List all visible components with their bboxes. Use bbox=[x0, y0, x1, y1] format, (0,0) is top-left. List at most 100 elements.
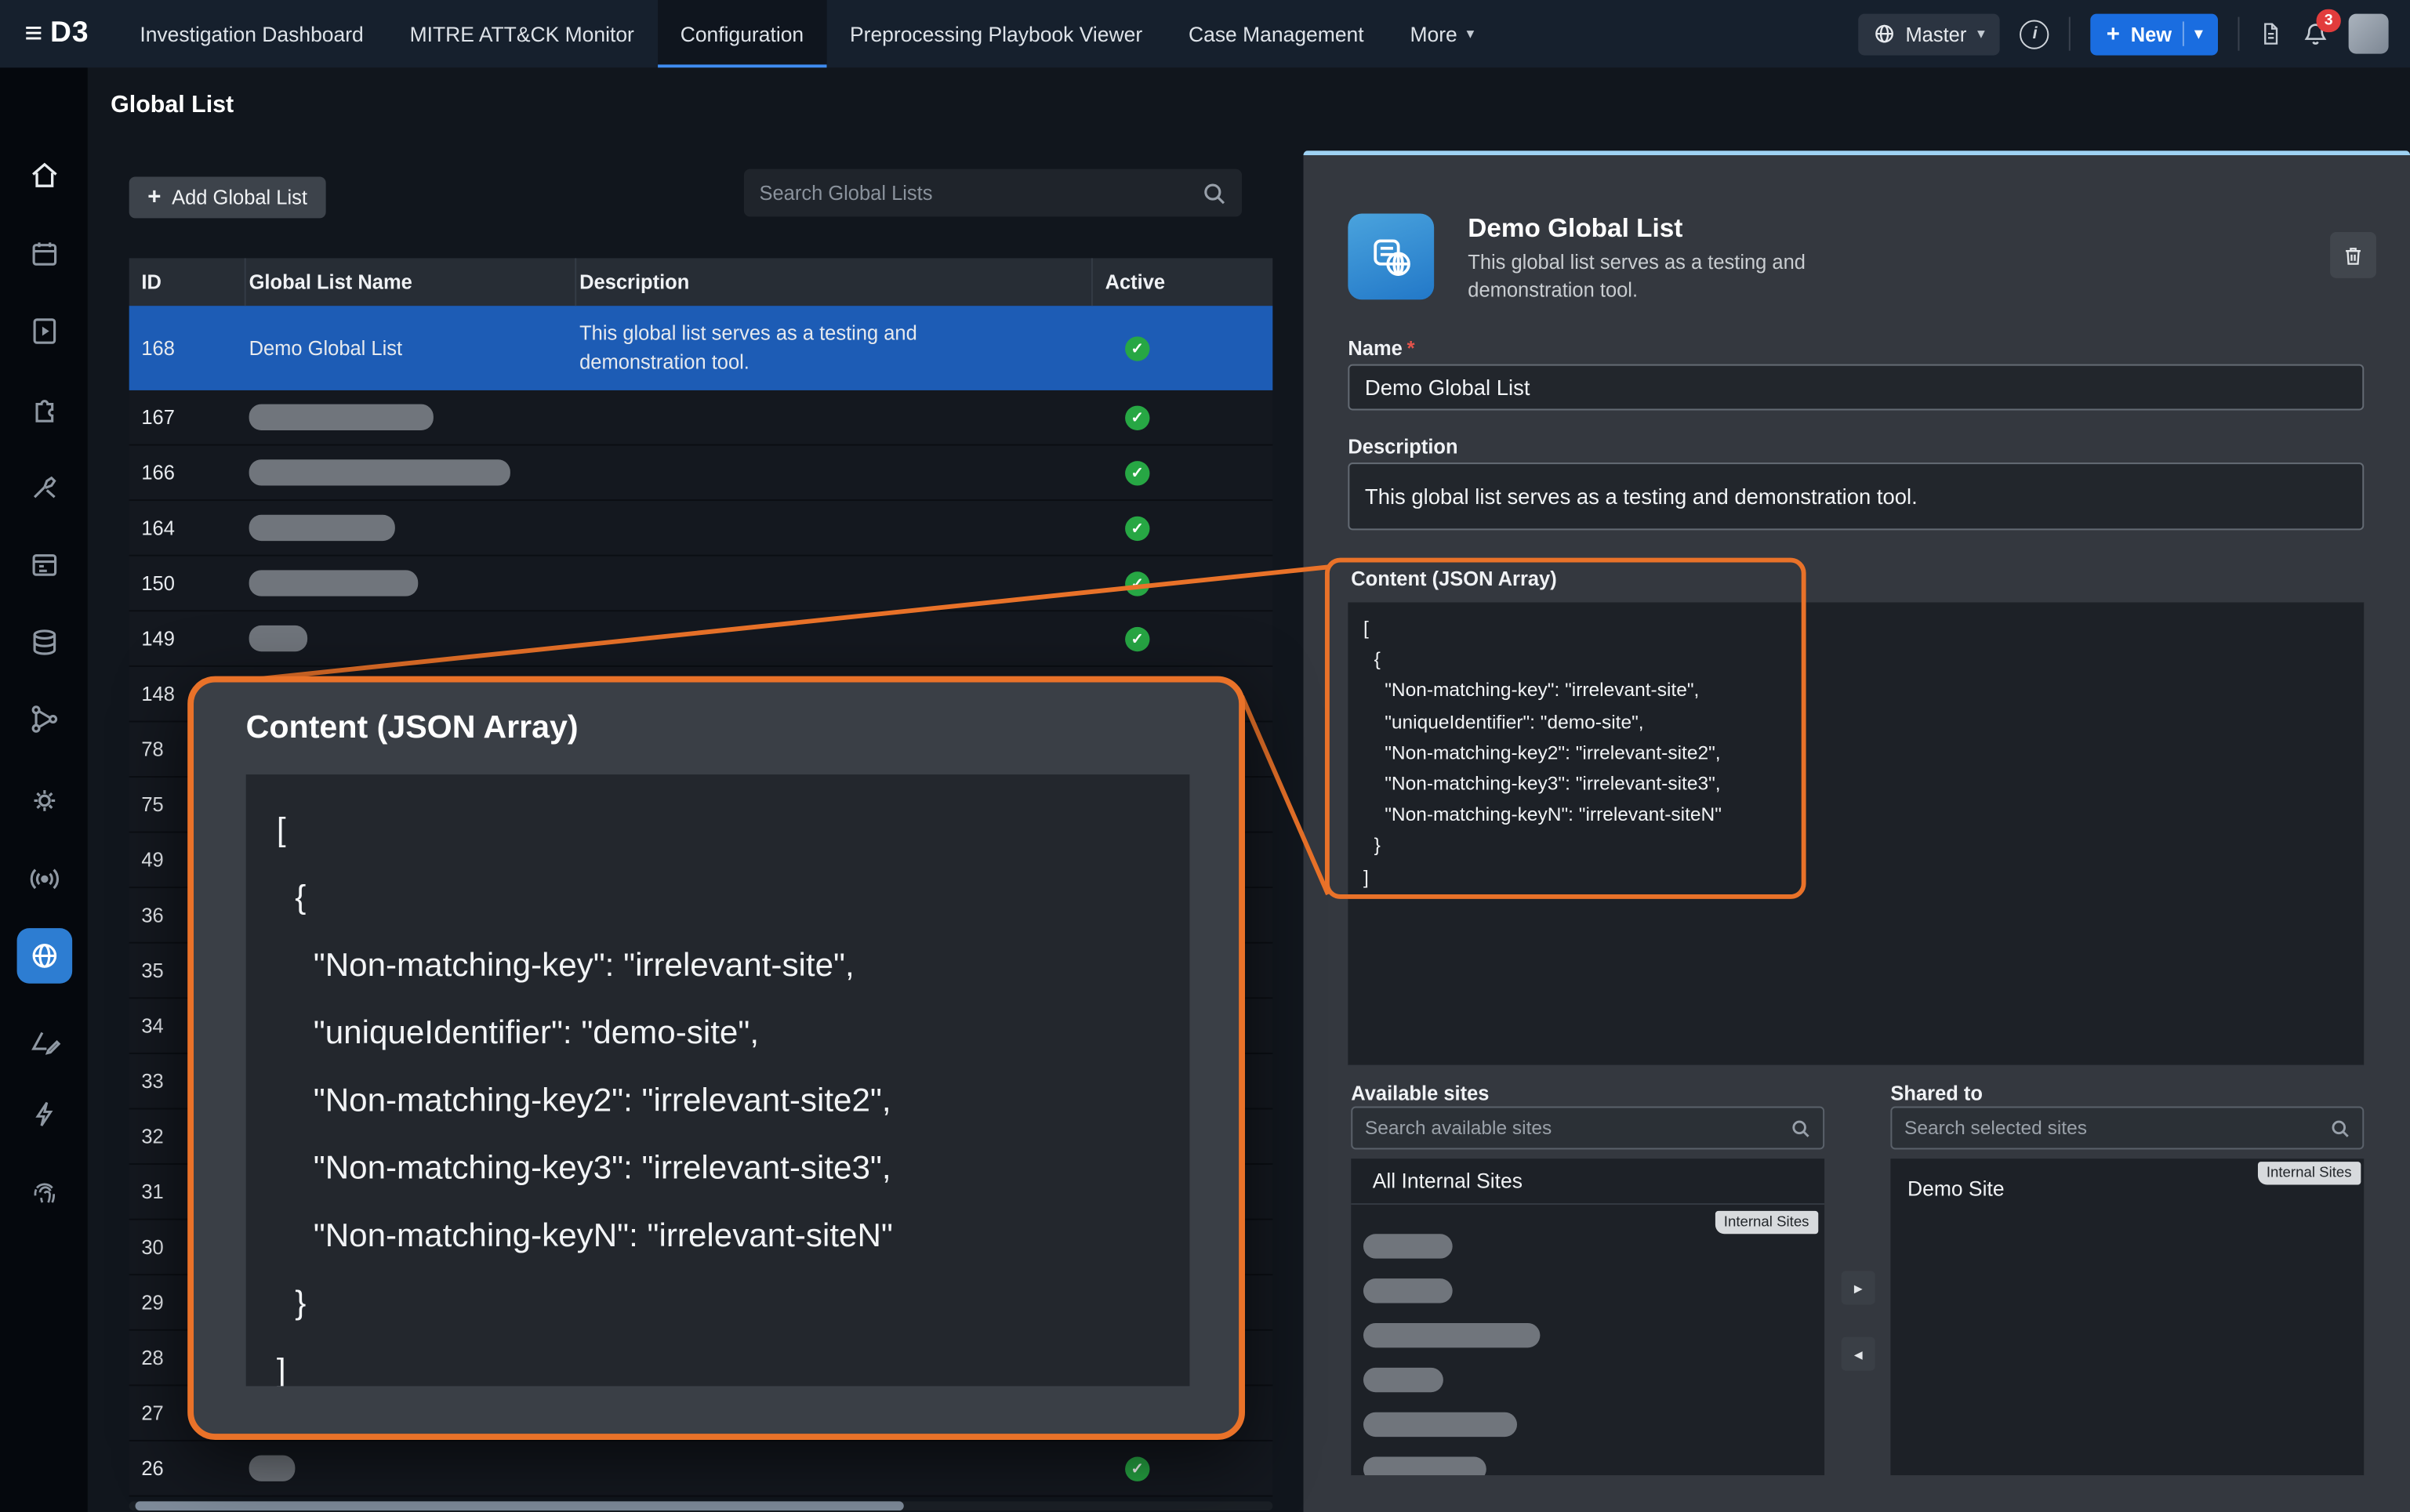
description-field[interactable] bbox=[1348, 462, 2364, 530]
horizontal-scrollbar-thumb[interactable] bbox=[136, 1501, 904, 1510]
row-id: 164 bbox=[129, 517, 246, 539]
all-internal-sites-group[interactable]: All Internal Sites bbox=[1351, 1158, 1824, 1205]
global-list-row[interactable]: 167✓ bbox=[129, 390, 1273, 446]
row-id: 149 bbox=[129, 627, 246, 650]
row-description-text: This global list serves as a testing and… bbox=[579, 310, 982, 386]
move-left-button[interactable]: ◂ bbox=[1842, 1337, 1875, 1371]
global-list-row[interactable]: 150✓ bbox=[129, 557, 1273, 612]
redacted-name bbox=[249, 625, 307, 651]
shared-to-label: Shared to bbox=[1890, 1082, 1983, 1104]
search-icon[interactable] bbox=[1791, 1118, 1810, 1137]
nav-item-investigation-dashboard[interactable]: Investigation Dashboard bbox=[117, 0, 387, 67]
search-icon[interactable] bbox=[1202, 180, 1226, 205]
global-list-row[interactable]: 26 ✓ bbox=[129, 1441, 1273, 1497]
tenant-label: Master bbox=[1905, 22, 1966, 45]
global-list-row[interactable]: 164✓ bbox=[129, 501, 1273, 557]
schedule-icon[interactable] bbox=[16, 536, 72, 592]
name-label: Name* bbox=[1348, 336, 1414, 359]
move-right-button[interactable]: ▸ bbox=[1842, 1271, 1875, 1304]
column-header-description: Description bbox=[576, 258, 1093, 306]
redacted-site-name[interactable] bbox=[1363, 1412, 1517, 1437]
global-list-search-input[interactable] bbox=[759, 181, 1202, 204]
broadcast-icon[interactable] bbox=[16, 851, 72, 907]
global-list-row[interactable]: 166✓ bbox=[129, 446, 1273, 502]
document-icon[interactable] bbox=[2259, 20, 2282, 47]
active-check-icon: ✓ bbox=[1125, 1457, 1149, 1481]
redacted-site-name[interactable] bbox=[1363, 1234, 1453, 1258]
tenant-selector[interactable]: Master ▾ bbox=[1858, 13, 2001, 55]
divider bbox=[2238, 17, 2239, 51]
delete-button[interactable] bbox=[2330, 232, 2376, 278]
plus-icon: + bbox=[147, 184, 161, 210]
home-icon[interactable] bbox=[16, 147, 72, 203]
nav-item-case-management[interactable]: Case Management bbox=[1166, 0, 1387, 67]
name-field[interactable] bbox=[1348, 364, 2364, 411]
info-glyph: i bbox=[2033, 24, 2038, 43]
divider bbox=[2070, 17, 2071, 51]
required-asterisk: * bbox=[1407, 336, 1415, 359]
active-check-icon: ✓ bbox=[1125, 337, 1149, 361]
notifications-button[interactable]: 3 bbox=[2303, 20, 2328, 47]
row-name bbox=[246, 1456, 577, 1481]
alert-edit-icon[interactable] bbox=[16, 1014, 72, 1070]
nav-item-configuration[interactable]: Configuration bbox=[657, 0, 826, 67]
row-id: 26 bbox=[129, 1457, 246, 1480]
add-global-list-label: Add Global List bbox=[172, 186, 307, 208]
arrow-left-icon: ◂ bbox=[1854, 1343, 1863, 1363]
shared-sites-list: Internal Sites Demo Site bbox=[1890, 1158, 2364, 1475]
plus-icon: + bbox=[2107, 20, 2120, 46]
nav-item-label: More bbox=[1410, 22, 1457, 45]
row-name bbox=[246, 404, 577, 430]
horizontal-scrollbar-track bbox=[129, 1501, 1273, 1510]
redacted-name bbox=[249, 404, 434, 430]
column-header-id: ID bbox=[129, 258, 246, 306]
add-global-list-button[interactable]: + Add Global List bbox=[129, 176, 326, 218]
nav-item-more[interactable]: More▾ bbox=[1387, 0, 1497, 67]
new-button[interactable]: + New ▾ bbox=[2091, 13, 2218, 55]
global-list-detail-panel: Demo Global List This global list serves… bbox=[1304, 150, 2410, 1512]
icon-sidebar bbox=[0, 67, 88, 1512]
settings-gear-icon[interactable] bbox=[16, 773, 72, 829]
row-name bbox=[246, 515, 577, 541]
content-json-editor[interactable]: [ { "Non-matching-key": "irrelevant-site… bbox=[1348, 603, 2364, 1065]
nav-item-label: Investigation Dashboard bbox=[140, 22, 363, 45]
global-list-row[interactable]: 168Demo Global ListThis global list serv… bbox=[129, 306, 1273, 390]
connections-icon[interactable] bbox=[16, 691, 72, 747]
database-icon[interactable] bbox=[16, 615, 72, 670]
search-icon[interactable] bbox=[2330, 1118, 2350, 1137]
calendar-icon[interactable] bbox=[16, 226, 72, 281]
global-lists-globe-icon[interactable] bbox=[16, 928, 72, 984]
row-active: ✓ bbox=[1093, 570, 1272, 596]
detail-subtitle: This global list serves as a testing and… bbox=[1468, 249, 1898, 305]
nav-item-label: MITRE ATT&CK Monitor bbox=[410, 22, 634, 45]
integrations-puzzle-icon[interactable] bbox=[16, 381, 72, 437]
app-logo[interactable]: ≡ D3 bbox=[0, 0, 117, 67]
available-sites-search-input[interactable] bbox=[1365, 1117, 1791, 1138]
nav-item-preprocessing-playbook-viewer[interactable]: Preprocessing Playbook Viewer bbox=[827, 0, 1166, 67]
zoom-callout: Content (JSON Array) [ { "Non-matching-k… bbox=[187, 676, 1245, 1440]
row-active: ✓ bbox=[1093, 459, 1272, 486]
redacted-name bbox=[249, 1456, 296, 1481]
redacted-site-name[interactable] bbox=[1363, 1278, 1453, 1303]
user-avatar[interactable] bbox=[2349, 14, 2389, 54]
playbook-icon[interactable] bbox=[16, 303, 72, 358]
automation-bolt-icon[interactable] bbox=[16, 1086, 72, 1142]
row-active: ✓ bbox=[1093, 335, 1272, 361]
utilities-tools-icon[interactable] bbox=[16, 459, 72, 515]
nav-item-label: Configuration bbox=[681, 22, 804, 45]
nav-item-mitre-att-ck-monitor[interactable]: MITRE ATT&CK Monitor bbox=[387, 0, 657, 67]
redacted-site-name[interactable] bbox=[1363, 1323, 1540, 1347]
zoom-callout-json: [ { "Non-matching-key": "irrelevant-site… bbox=[246, 774, 1190, 1386]
redacted-name bbox=[249, 459, 510, 485]
global-list-search bbox=[744, 169, 1242, 217]
global-list-row[interactable]: 149✓ bbox=[129, 611, 1273, 667]
nav-item-label: Preprocessing Playbook Viewer bbox=[850, 22, 1142, 45]
row-name: Demo Global List bbox=[246, 336, 577, 359]
global-list-avatar-icon bbox=[1348, 214, 1434, 300]
application-root: ≡ D3 Investigation Dashboard MITRE ATT&CK… bbox=[0, 0, 2410, 1512]
info-icon[interactable]: i bbox=[2020, 20, 2049, 49]
redacted-site-name[interactable] bbox=[1363, 1457, 1486, 1476]
fingerprint-icon[interactable] bbox=[16, 1165, 72, 1220]
redacted-site-name[interactable] bbox=[1363, 1368, 1443, 1392]
shared-sites-search-input[interactable] bbox=[1904, 1117, 2330, 1138]
